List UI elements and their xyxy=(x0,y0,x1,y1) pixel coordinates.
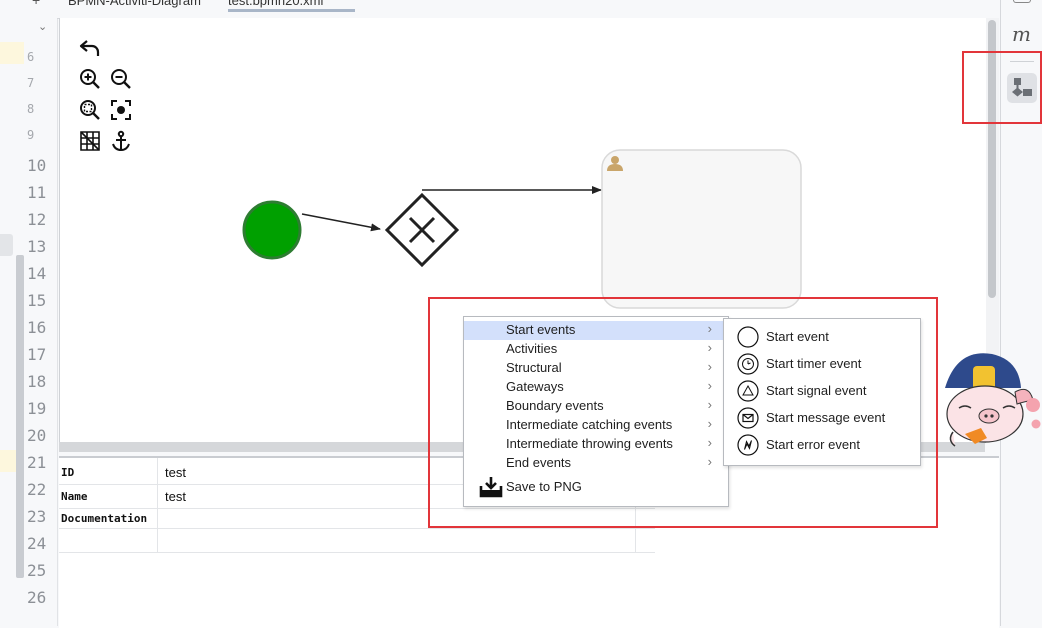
maven-icon[interactable]: m xyxy=(1012,22,1031,46)
line-number: 19 xyxy=(27,399,47,418)
menu-item-start-events[interactable]: Start events › xyxy=(464,321,728,340)
line-number: 18 xyxy=(27,372,47,391)
start-message-event-icon xyxy=(737,407,759,429)
start-event-icon xyxy=(737,326,759,348)
start-error-event-icon xyxy=(737,434,759,456)
tab-diagram[interactable]: BPMN-Activiti-Diagram xyxy=(68,0,201,8)
line-number-fragment: 8 xyxy=(27,102,35,116)
chevron-right-icon: › xyxy=(707,359,712,374)
line-number: 12 xyxy=(27,210,47,229)
line-number-fragment: 7 xyxy=(27,76,35,90)
mascot-sticker xyxy=(937,348,1042,448)
line-number-fragment: 6 xyxy=(27,50,35,64)
menu-item-label: Activities xyxy=(506,341,558,356)
menu-item-label: End events xyxy=(506,455,572,470)
menu-item-label: Intermediate catching events xyxy=(506,417,673,432)
menu-item-label: Intermediate throwing events xyxy=(506,436,673,451)
line-number: 20 xyxy=(27,426,47,445)
line-number: 22 xyxy=(27,480,47,499)
line-number-fragment: 9 xyxy=(27,128,35,142)
menu-item-activities[interactable]: Activities › xyxy=(464,340,728,359)
submenu-item-start-message-event[interactable]: Start message event xyxy=(724,405,920,432)
fold-chevron-icon[interactable]: ⌄ xyxy=(38,20,47,33)
menu-item-intermediate-throwing-events[interactable]: Intermediate throwing events › xyxy=(464,435,728,454)
editor-gutter xyxy=(0,0,58,626)
submenu-item-start-event[interactable]: Start event xyxy=(724,324,920,351)
line-number: 16 xyxy=(27,318,47,337)
line-number: 24 xyxy=(27,534,47,553)
menu-item-label: Boundary events xyxy=(506,398,604,413)
highlight-box-tool xyxy=(962,51,1042,124)
submenu-item-start-timer-event[interactable]: Start timer event xyxy=(724,351,920,378)
start-events-submenu: Start event Start timer event Start sign… xyxy=(723,318,921,466)
menu-item-intermediate-catching-events[interactable]: Intermediate catching events › xyxy=(464,416,728,435)
submenu-item-label: Start event xyxy=(766,329,829,344)
exclusive-gateway[interactable] xyxy=(384,192,460,268)
property-value[interactable]: test xyxy=(165,489,186,504)
chevron-right-icon: › xyxy=(707,378,712,393)
line-number: 11 xyxy=(27,183,47,202)
submenu-item-label: Start signal event xyxy=(766,383,867,398)
add-tab-icon[interactable]: + xyxy=(32,0,40,8)
property-value[interactable]: test xyxy=(165,465,186,480)
sequence-flow[interactable] xyxy=(301,213,381,232)
property-key: Name xyxy=(61,490,88,503)
gutter-highlight xyxy=(0,42,24,64)
start-event[interactable] xyxy=(242,200,302,260)
menu-item-label: Structural xyxy=(506,360,562,375)
chevron-right-icon: › xyxy=(707,454,712,469)
line-number: 26 xyxy=(27,588,47,607)
property-key: ID xyxy=(61,466,75,479)
chevron-right-icon: › xyxy=(707,397,712,412)
start-signal-event-icon xyxy=(737,380,759,402)
menu-item-label: Start events xyxy=(506,322,576,337)
gutter-fold-knob[interactable] xyxy=(0,234,13,256)
submenu-item-start-signal-event[interactable]: Start signal event xyxy=(724,378,920,405)
start-timer-event-icon xyxy=(737,353,759,375)
property-row-empty xyxy=(59,529,655,553)
line-number: 25 xyxy=(27,561,47,580)
tab-xml-file[interactable]: test.bpmn20.xml xyxy=(228,0,355,12)
chevron-right-icon: › xyxy=(707,340,712,355)
user-task[interactable] xyxy=(601,149,802,309)
line-number: 14 xyxy=(27,264,47,283)
save-png-icon xyxy=(478,474,504,500)
chevron-right-icon: › xyxy=(707,321,712,336)
context-menu: Start events › Activities › Structural › Gatew… xyxy=(463,316,729,507)
property-key: Documentation xyxy=(61,512,148,525)
submenu-item-label: Start error event xyxy=(766,437,860,452)
line-number: 10 xyxy=(27,156,47,175)
submenu-item-label: Start timer event xyxy=(766,356,862,371)
submenu-item-label: Start message event xyxy=(766,410,886,425)
line-number: 21 xyxy=(27,453,47,472)
line-number: 15 xyxy=(27,291,47,310)
line-number: 13 xyxy=(27,237,47,256)
menu-item-label: Gateways xyxy=(506,379,564,394)
gutter-scrollbar[interactable] xyxy=(16,255,24,578)
menu-item-end-events[interactable]: End events › xyxy=(464,454,728,473)
menu-item-structural[interactable]: Structural › xyxy=(464,359,728,378)
chevron-right-icon: › xyxy=(707,435,712,450)
menu-item-gateways[interactable]: Gateways › xyxy=(464,378,728,397)
line-number: 17 xyxy=(27,345,47,364)
submenu-item-start-error-event[interactable]: Start error event xyxy=(724,432,920,459)
save-to-png-item[interactable]: Save to PNG xyxy=(506,479,582,494)
chevron-right-icon: › xyxy=(707,416,712,431)
line-number: 23 xyxy=(27,507,47,526)
notifications-icon[interactable] xyxy=(1013,0,1031,3)
menu-item-boundary-events[interactable]: Boundary events › xyxy=(464,397,728,416)
